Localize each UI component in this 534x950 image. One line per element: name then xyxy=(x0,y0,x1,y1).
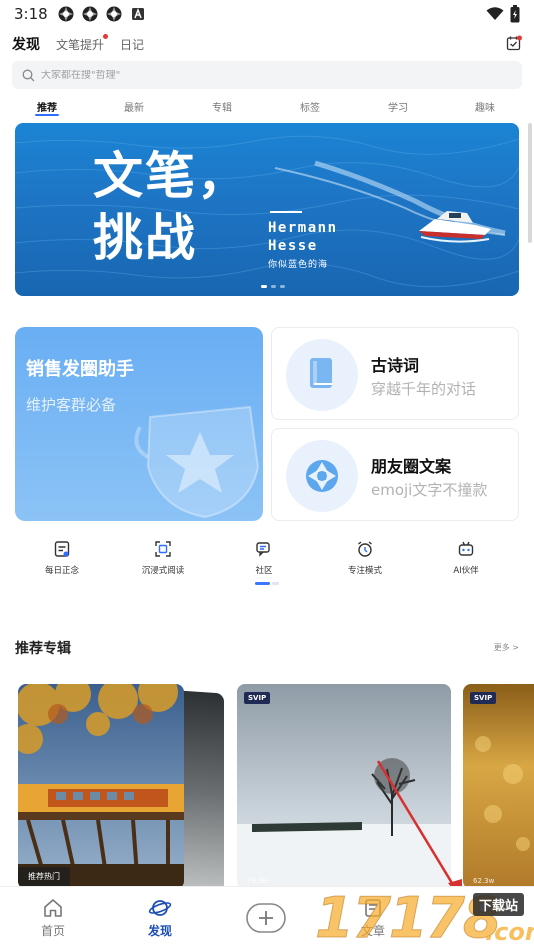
quick-community[interactable]: 社区 xyxy=(229,540,299,576)
app-icon xyxy=(106,6,122,22)
red-arrow-annotation xyxy=(376,760,462,901)
moments-card-subtitle: emoji文字不撞款 xyxy=(371,481,488,499)
quick-immersive-reading[interactable]: 沉浸式阅读 xyxy=(128,540,198,576)
album-card[interactable]: 推荐热门 xyxy=(18,684,184,889)
wifi-icon xyxy=(486,7,504,20)
aperture-icon xyxy=(306,460,338,492)
svip-badge: SVIP xyxy=(470,692,497,704)
app-icon xyxy=(58,6,74,22)
quick-focus-mode[interactable]: 专注模式 xyxy=(330,540,400,576)
quick-label: 社区 xyxy=(255,566,273,576)
hot-tag: 推荐热门 xyxy=(18,867,70,886)
quick-nav: 每日正念 沉浸式阅读 社区 专注模式 AI伙伴 xyxy=(0,540,534,585)
boat-illustration xyxy=(419,211,491,243)
focus-frame-icon xyxy=(155,541,171,557)
status-notification-icons xyxy=(58,6,146,22)
quick-label: AI伙伴 xyxy=(453,566,479,576)
ancient-poetry-card[interactable]: 古诗词 穿越千年的对话 xyxy=(271,327,519,420)
section-title: 推荐专辑 xyxy=(15,641,71,657)
banner-dot[interactable] xyxy=(261,285,267,288)
search-icon xyxy=(22,69,35,81)
calendar-check-icon[interactable] xyxy=(506,35,522,51)
status-system-icons xyxy=(486,5,520,23)
quick-label: 沉浸式阅读 xyxy=(141,566,185,576)
quick-label: 专注模式 xyxy=(347,566,382,576)
sales-assistant-card[interactable]: 销售发圈助手 维护客群必备 xyxy=(15,327,263,521)
tab-discover[interactable]: 发现 xyxy=(12,34,40,54)
nav-label: 发现 xyxy=(147,924,172,938)
quick-nav-page-indicator xyxy=(255,582,279,585)
watermark-badge: 下载站 xyxy=(473,893,525,916)
hero-banner[interactable]: 文笔， 挑战 Hermann Hesse 你似蓝色的海 xyxy=(15,123,519,296)
poetry-card-title: 古诗词 xyxy=(371,356,420,375)
quick-daily-mindfulness[interactable]: 每日正念 xyxy=(27,540,97,576)
note-icon xyxy=(54,541,70,557)
poetry-card-subtitle: 穿越千年的对话 xyxy=(371,380,477,398)
banner-divider xyxy=(270,211,302,213)
status-time: 3:18 xyxy=(14,5,48,23)
sales-card-title: 销售发圈助手 xyxy=(26,359,134,380)
subtab-study[interactable]: 学习 xyxy=(388,99,408,114)
nav-home[interactable]: 首页 xyxy=(23,897,83,939)
subtab-tags[interactable]: 标签 xyxy=(300,99,320,114)
robot-icon xyxy=(458,541,474,556)
banner-title-line1: 文笔， xyxy=(93,147,249,205)
view-count: 62.3w xyxy=(473,877,495,885)
quick-ai-partner[interactable]: AI伙伴 xyxy=(431,540,501,576)
plus-icon xyxy=(246,903,286,933)
trophy-star-icon xyxy=(134,405,260,519)
moments-card-title: 朋友圈文案 xyxy=(371,457,452,476)
planet-icon xyxy=(148,900,172,916)
alarm-clock-icon xyxy=(358,541,372,557)
tab-diary[interactable]: 日记 xyxy=(120,36,144,53)
active-tab-underline xyxy=(35,114,59,116)
indicator-segment xyxy=(255,582,270,585)
banner-pagination xyxy=(261,285,285,288)
quick-label: 每日正念 xyxy=(44,566,79,576)
tab-writing-improve[interactable]: 文笔提升 xyxy=(56,34,109,53)
home-icon xyxy=(44,899,62,917)
album-cover-train xyxy=(18,684,184,889)
album-cover-golden xyxy=(463,684,534,889)
scrollbar[interactable] xyxy=(528,123,532,243)
album-card[interactable]: SVIP 62.3w xyxy=(463,684,534,889)
banner-author: Hermann Hesse xyxy=(268,219,338,255)
subtab-recommend-label: 推荐 xyxy=(37,103,57,114)
subtab-albums[interactable]: 专辑 xyxy=(212,99,232,114)
banner-caption: 你似蓝色的海 xyxy=(268,260,329,270)
banner-title-line2: 挑战 xyxy=(93,209,197,267)
banner-dot[interactable] xyxy=(271,285,276,288)
more-link[interactable]: 更多 > xyxy=(494,642,519,653)
notification-dot xyxy=(103,34,109,39)
subtab-fun[interactable]: 趣味 xyxy=(475,99,495,114)
search-input[interactable] xyxy=(41,69,481,81)
app-icon xyxy=(82,6,98,22)
battery-icon xyxy=(510,5,520,23)
a-box-icon xyxy=(132,8,144,20)
subtab-recommend[interactable]: 推荐 xyxy=(35,99,59,116)
nav-discover[interactable]: 发现 xyxy=(130,897,190,939)
book-icon xyxy=(310,358,332,388)
banner-title: 文笔， 挑战 xyxy=(93,145,249,269)
chat-bubbles-icon xyxy=(256,542,270,557)
banner-dot[interactable] xyxy=(280,285,285,288)
moments-copy-card[interactable]: 朋友圈文案 emoji文字不撞款 xyxy=(271,428,519,521)
svip-badge: SVIP xyxy=(244,692,271,704)
nav-label: 首页 xyxy=(40,924,65,938)
subtab-latest[interactable]: 最新 xyxy=(124,99,144,114)
indicator-segment xyxy=(271,582,279,585)
site-watermark: 17178 下载站 .com xyxy=(315,887,534,950)
banner-author-first: Hermann xyxy=(268,220,338,236)
top-tabs: 发现 文笔提升 日记 xyxy=(12,34,144,54)
tab-writing-improve-label: 文笔提升 xyxy=(56,38,105,52)
nav-create[interactable] xyxy=(236,903,296,933)
banner-author-last: Hesse xyxy=(268,238,318,254)
category-tabs: 推荐 最新 专辑 标签 学习 趣味 xyxy=(0,99,534,119)
view-count: 79.3w xyxy=(247,877,269,885)
search-bar[interactable] xyxy=(12,61,522,89)
album-stack-shadow xyxy=(178,690,224,894)
watermark-domain: .com xyxy=(485,918,534,946)
status-bar: 3:18 xyxy=(0,0,534,30)
sales-card-subtitle: 维护客群必备 xyxy=(26,396,117,414)
